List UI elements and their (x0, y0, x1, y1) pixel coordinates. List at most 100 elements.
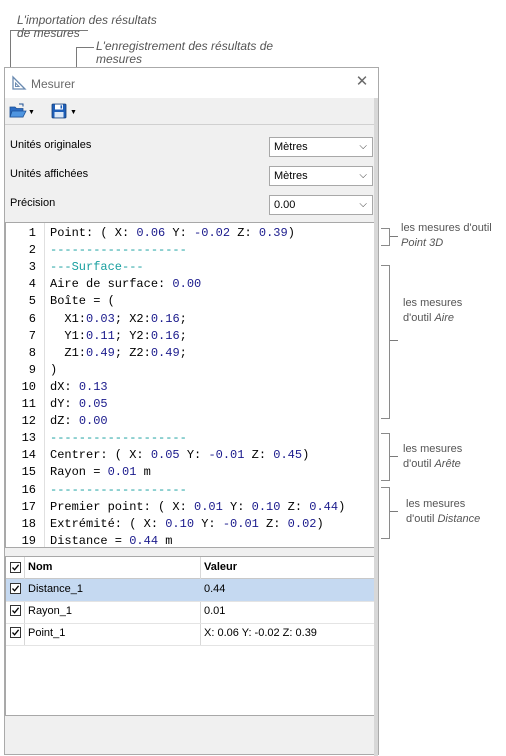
note-distance-line2-em: Distance (437, 513, 481, 525)
line-number: 17 (21, 499, 36, 514)
result-value: 0.16 (150, 311, 180, 326)
result-value: 0.10 (165, 516, 195, 531)
result-text: Y1:0.11; Y2:0.16; (50, 328, 187, 345)
result-value: 0.01 (194, 499, 223, 514)
note-arete-line2-plain: d'outil (403, 458, 435, 470)
import-callout-line-h (10, 30, 88, 31)
result-value: 0.45 (273, 448, 303, 463)
result-text: dZ: 0.00 (50, 413, 108, 430)
result-token: Z1: (50, 345, 87, 360)
result-token: ; (179, 328, 187, 343)
column-header-name[interactable]: Nom (28, 557, 52, 578)
bracket-distance-tick (390, 511, 398, 512)
result-text: Premier point: ( X: 0.01 Y: 0.10 Z: 0.44… (50, 499, 345, 516)
result-token: Extrémité: ( X: (50, 516, 166, 531)
result-text: Point: ( X: 0.06 Y: -0.02 Z: 0.39) (50, 225, 295, 242)
save-callout-line-h (76, 47, 94, 48)
result-text: Aire de surface: 0.00 (50, 276, 201, 293)
row-value: 0.01 (204, 605, 226, 617)
import-dropdown-arrow: ▼ (28, 109, 35, 116)
result-token: Y: (165, 226, 195, 240)
result-token: ; Y2: (114, 328, 151, 343)
line-number: 4 (28, 277, 36, 292)
line-number: 5 (28, 294, 36, 309)
table-row[interactable]: Distance_1 0.44 (6, 579, 375, 602)
result-token: ; (179, 345, 187, 360)
line-number: 8 (28, 345, 36, 360)
result-token: Boîte = ( (50, 294, 115, 309)
note-aire-line1: les mesures (403, 297, 463, 309)
result-value: 0.00 (172, 277, 202, 292)
checkmark-icon (12, 607, 20, 614)
open-folder-icon (9, 103, 27, 118)
table-row[interactable]: Point_1 X: 0.06 Y: -0.02 Z: 0.39 (6, 623, 375, 646)
result-text: Z1:0.49; Z2:0.49; (50, 345, 187, 362)
result-token: Z: (258, 516, 288, 531)
result-value: 0.10 (251, 499, 281, 514)
result-token: ) (338, 499, 346, 514)
result-token: m (136, 465, 151, 480)
note-arete: les mesures d'outil Arête (403, 442, 462, 472)
result-value: 0.03 (86, 311, 115, 326)
result-value: 0.16 (150, 328, 180, 343)
result-token: Aire de surface: (50, 277, 173, 292)
result-token: ; X2: (114, 311, 151, 326)
note-arete-line1: les mesures (403, 443, 463, 455)
result-token: Rayon = (50, 465, 108, 480)
measure-window: Mesurer ✕ ▼ ▼ Unités originales Mètres ⌵… (4, 67, 379, 756)
result-value: -0.02 (194, 226, 231, 240)
line-number: 6 (28, 311, 36, 326)
title-bar[interactable]: Mesurer ✕ (5, 68, 378, 98)
row-checkbox[interactable] (10, 627, 21, 638)
result-token: Z: (244, 448, 274, 463)
row-name: Rayon_1 (28, 605, 73, 617)
table-row[interactable]: Rayon_1 0.01 (6, 601, 375, 624)
checkmark-icon (12, 629, 20, 636)
line-number-gutter-divider (44, 223, 45, 547)
close-button[interactable]: ✕ (354, 74, 370, 90)
line-number: 7 (28, 328, 36, 343)
results-text-area[interactable]: 1 Point: ( X: 0.06 Y: -0.02 Z: 0.39) 2 ----… (5, 222, 378, 548)
result-value: 0.39 (258, 226, 288, 240)
bracket-arete (381, 433, 390, 481)
result-text: ------------------- (50, 242, 187, 259)
header-checkbox[interactable] (10, 562, 21, 573)
bracket-arete-tick (390, 456, 398, 457)
result-token: Distance = (50, 533, 130, 548)
note-point3d-line2: Point 3D (401, 237, 444, 249)
result-text: Extrémité: ( X: 0.10 Y: -0.01 Z: 0.02) (50, 516, 324, 533)
result-token: Z: (230, 226, 259, 240)
result-text: Centrer: ( X: 0.05 Y: -0.01 Z: 0.45) (50, 447, 309, 464)
row-checkbox[interactable] (10, 583, 21, 594)
original-units-value: Mètres (274, 141, 308, 153)
import-results-button[interactable]: ▼ (7, 102, 37, 120)
column-header-value[interactable]: Valeur (204, 557, 237, 578)
result-token: ) (316, 516, 324, 531)
save-disk-icon (51, 103, 67, 119)
result-token: ------------------- (50, 431, 187, 446)
result-text: ------------------- (50, 430, 187, 447)
toolbar: ▼ ▼ (5, 98, 378, 124)
row-name: Distance_1 (28, 583, 84, 595)
result-token: dY: (50, 397, 79, 411)
note-distance-line1: les mesures (406, 498, 466, 510)
note-aire-line2-plain: d'outil (403, 312, 435, 324)
precision-select[interactable]: 0.00 ⌵ (269, 195, 373, 215)
result-value: 0.49 (150, 345, 180, 360)
line-number: 9 (28, 362, 36, 377)
result-token: Y: (222, 499, 252, 514)
chevron-down-icon: ⌵ (359, 199, 367, 210)
line-number: 11 (21, 397, 36, 411)
result-text: X1:0.03; X2:0.16; (50, 311, 186, 328)
line-number: 18 (21, 516, 36, 531)
result-text: dY: 0.05 (50, 396, 108, 413)
display-units-select[interactable]: Mètres ⌵ (269, 166, 373, 186)
row-checkbox[interactable] (10, 605, 21, 616)
save-results-button[interactable]: ▼ (49, 102, 79, 120)
window-edge-strip (374, 98, 378, 756)
result-value: 0.44 (129, 533, 159, 548)
note-arete-line2-em: Arête (434, 458, 461, 470)
original-units-select[interactable]: Mètres ⌵ (269, 137, 373, 157)
row-name: Point_1 (28, 627, 66, 639)
result-token: Y: (179, 448, 209, 463)
